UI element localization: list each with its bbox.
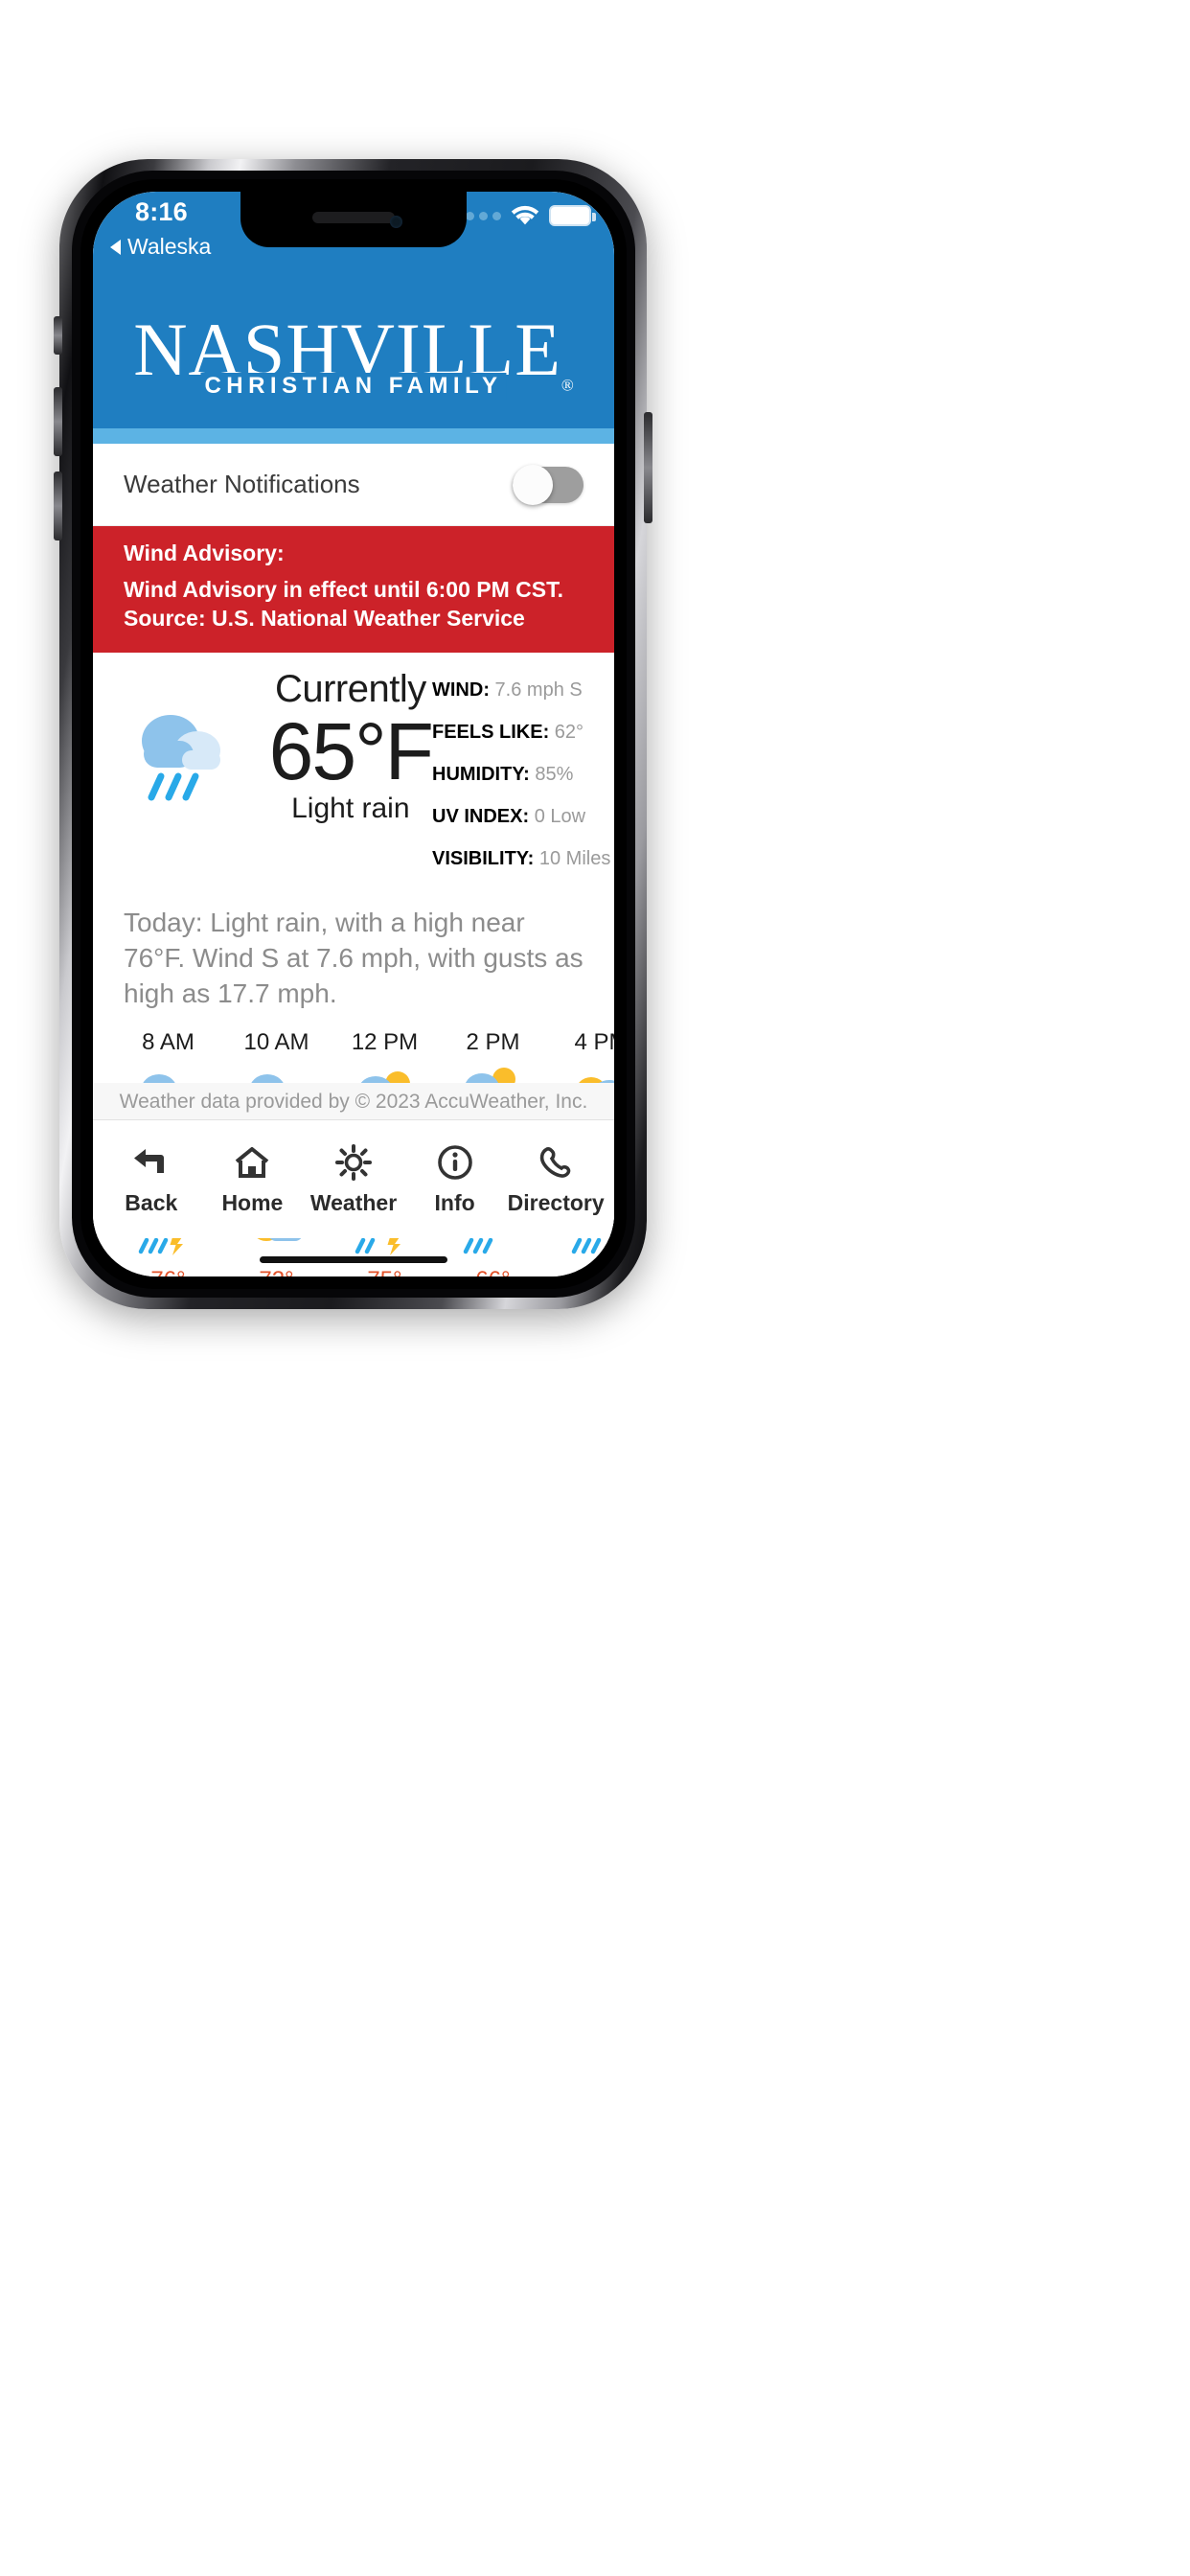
- phone-icon: [537, 1143, 575, 1182]
- stat-humidity-label: HUMIDITY:: [432, 763, 530, 785]
- current-weather-icon-wrap: [103, 668, 269, 808]
- volume-up-button[interactable]: [54, 387, 62, 456]
- stat-uv-index: UV INDEX: 0 Low: [432, 806, 605, 828]
- earpiece-speaker-icon: [312, 212, 395, 223]
- volume-down-button[interactable]: [54, 472, 62, 540]
- rain-cloud-icon: [141, 714, 220, 801]
- status-bar-indicators: [452, 205, 596, 226]
- home-icon: [233, 1143, 271, 1182]
- stat-feels-like-value: 62°: [554, 721, 584, 743]
- phone-screen: 8:16 Waleska NASHVILLE® CHRISTIAN FAMILY…: [93, 192, 614, 1276]
- mute-switch-button[interactable]: [54, 316, 62, 355]
- info-circle-icon: [437, 1143, 473, 1182]
- stat-feels-like: FEELS LIKE: 62°: [432, 722, 605, 744]
- stat-humidity-value: 85%: [535, 763, 574, 785]
- wifi-icon: [511, 205, 539, 226]
- current-temperature: 65°F: [268, 705, 434, 796]
- tab-weather-label: Weather: [309, 1189, 398, 1215]
- tab-home-label: Home: [221, 1189, 284, 1215]
- toggle-knob: [513, 464, 553, 505]
- logo-secondary-text: CHRISTIAN FAMILY: [200, 373, 507, 400]
- hourly-time: 10 AM: [243, 1028, 309, 1055]
- tab-directory[interactable]: Directory: [506, 1143, 606, 1216]
- hourly-time: 8 AM: [142, 1028, 195, 1055]
- stat-wind-label: WIND:: [432, 678, 490, 701]
- hourly-time: 12 PM: [351, 1028, 419, 1055]
- tab-back[interactable]: Back: [102, 1143, 201, 1216]
- stat-visibility-value: 10 Miles: [538, 847, 611, 869]
- weather-advisory-banner[interactable]: Wind Advisory: Wind Advisory in effect u…: [93, 526, 614, 653]
- today-prefix: Today:: [124, 907, 211, 937]
- weather-notifications-row[interactable]: Weather Notifications: [93, 444, 614, 526]
- tab-directory-label: Directory: [507, 1189, 605, 1215]
- stat-wind: WIND: 7.6 mph S: [432, 679, 605, 702]
- bottom-tab-bar: Back Home Weather Info Directory: [93, 1119, 614, 1238]
- current-conditions: Currently 65°F Light rain WIND: 7.6 mph …: [93, 652, 614, 896]
- sun-icon: [334, 1143, 373, 1182]
- current-summary: Currently 65°F Light rain: [268, 667, 434, 826]
- advisory-title: Wind Advisory:: [124, 540, 285, 565]
- stat-wind-value: 7.6 mph S: [494, 678, 583, 701]
- header-accent-rule: [93, 428, 614, 444]
- tab-info-label: Info: [434, 1189, 475, 1215]
- power-button[interactable]: [644, 412, 652, 523]
- daily-high: 76°: [114, 1263, 222, 1276]
- previous-app-label: Waleska: [127, 234, 212, 259]
- daily-high: 66°: [439, 1263, 547, 1276]
- weather-app: 8:16 Waleska NASHVILLE® CHRISTIAN FAMILY…: [93, 192, 614, 1276]
- today-summary: Today: Light rain, with a high near 76°F…: [93, 896, 614, 1025]
- triangle-left-icon: [110, 239, 121, 255]
- back-arrow-icon: [132, 1143, 171, 1182]
- tab-info[interactable]: Info: [405, 1143, 505, 1216]
- current-heading: Currently: [274, 667, 426, 710]
- hourly-time: 2 PM: [466, 1028, 520, 1055]
- weather-data-attribution: Weather data provided by © 2023 AccuWeat…: [93, 1083, 614, 1119]
- daily-high: 63°: [547, 1263, 614, 1276]
- tab-back-label: Back: [125, 1189, 178, 1215]
- battery-icon: [549, 205, 596, 226]
- app-header: NASHVILLE® CHRISTIAN FAMILY: [93, 280, 614, 428]
- status-bar-clock: 8:16: [135, 197, 188, 226]
- tab-home[interactable]: Home: [202, 1143, 302, 1216]
- stat-humidity: HUMIDITY: 85%: [432, 764, 605, 786]
- logo-primary-tail: E: [515, 308, 561, 392]
- back-to-previous-app[interactable]: Waleska: [110, 234, 211, 260]
- weather-notifications-toggle[interactable]: [513, 464, 584, 505]
- screenshot-canvas: 8:16 Waleska NASHVILLE® CHRISTIAN FAMILY…: [0, 0, 1190, 2576]
- current-description: Light rain: [291, 793, 410, 825]
- stat-visibility-label: VISIBILITY:: [432, 847, 535, 869]
- advisory-body: Wind Advisory in effect until 6:00 PM CS…: [124, 577, 564, 632]
- current-stats-list: WIND: 7.6 mph S FEELS LIKE: 62° HUMIDITY…: [432, 668, 610, 890]
- registered-mark-icon: ®: [561, 376, 574, 395]
- tab-weather[interactable]: Weather: [304, 1143, 403, 1216]
- notch: [240, 192, 467, 247]
- home-indicator[interactable]: [260, 1256, 447, 1263]
- hourly-time: 4 PM: [574, 1028, 614, 1055]
- stat-visibility: VISIBILITY: 10 Miles: [432, 847, 610, 870]
- stat-uv-index-value: 0 Low: [534, 805, 586, 827]
- daily-high: 75°: [331, 1263, 439, 1276]
- stat-feels-like-label: FEELS LIKE:: [432, 721, 550, 743]
- front-camera-icon: [389, 216, 402, 228]
- stat-uv-index-label: UV INDEX:: [432, 805, 530, 827]
- weather-notifications-label: Weather Notifications: [124, 470, 360, 498]
- daily-high: 72°: [222, 1263, 331, 1276]
